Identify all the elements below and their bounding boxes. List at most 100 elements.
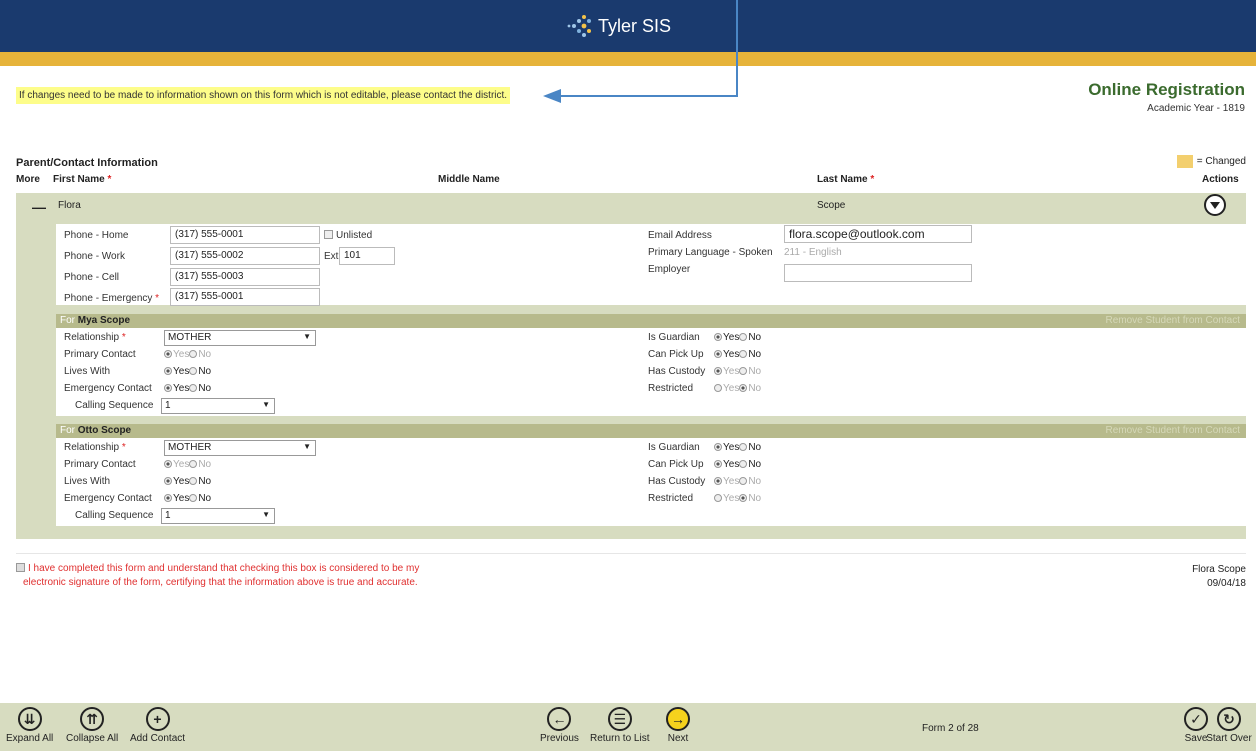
- emergency-contact-radio[interactable]: Yes No: [164, 493, 211, 504]
- brand-logo: Tyler SIS: [566, 10, 671, 42]
- phone-work-label: Phone - Work: [64, 251, 125, 262]
- phone-cell-label: Phone - Cell: [64, 272, 120, 283]
- calling-sequence-select[interactable]: 1 ▼: [161, 398, 275, 414]
- emergency-contact-radio[interactable]: Yes No: [164, 383, 211, 394]
- signature-statement: I have completed this form and understan…: [16, 562, 419, 590]
- brand-name: Tyler SIS: [598, 15, 672, 36]
- changed-legend-label: = Changed: [1196, 156, 1246, 167]
- expand-all-button[interactable]: ⇊ Expand All: [6, 707, 53, 744]
- student-section: For Mya Scope Remove Student from Contac…: [56, 314, 1246, 416]
- calling-sequence-label: Calling Sequence: [75, 510, 154, 521]
- remove-student-button[interactable]: Remove Student from Contact: [1105, 315, 1240, 326]
- collapse-all-button[interactable]: ⇈ Collapse All: [66, 707, 118, 744]
- unlisted-checkbox[interactable]: Unlisted: [324, 230, 372, 241]
- header-accent-bar: [0, 52, 1256, 66]
- start-over-icon: ↻: [1217, 707, 1241, 731]
- page-title: Online Registration: [1088, 80, 1245, 99]
- phone-emergency-input[interactable]: (317) 555-0001: [170, 288, 320, 306]
- notice-banner: If changes need to be made to informatio…: [16, 87, 511, 104]
- signature-block: Flora Scope 09/04/18: [1192, 563, 1246, 591]
- academic-year: Academic Year - 1819: [1147, 103, 1245, 114]
- start-over-button[interactable]: ↻ Start Over: [1203, 707, 1255, 744]
- language-label: Primary Language - Spoken: [648, 247, 773, 258]
- language-value: 211 - English: [784, 247, 842, 258]
- changed-swatch: [1176, 155, 1193, 168]
- restricted-radio: Yes No: [714, 493, 761, 504]
- custody-label: Has Custody: [648, 476, 706, 487]
- pickup-label: Can Pick Up: [648, 349, 704, 360]
- expand-all-icon: ⇊: [17, 707, 42, 731]
- restricted-label: Restricted: [648, 383, 694, 394]
- signature-line1: I have completed this form and understan…: [28, 563, 420, 574]
- col-first-name: First Name *: [53, 174, 112, 185]
- pickup-radio[interactable]: Yes No: [714, 459, 761, 470]
- custody-radio: Yes No: [714, 476, 761, 487]
- phone-cell-input[interactable]: (317) 555-0003: [170, 268, 320, 286]
- student-subhead: For Mya Scope Remove Student from Contac…: [56, 314, 1246, 328]
- actions-dropdown-icon[interactable]: [1204, 194, 1226, 216]
- col-last-name: Last Name *: [817, 174, 875, 185]
- signature-checkbox[interactable]: [16, 563, 25, 572]
- arrow-left-icon: ←: [547, 707, 572, 731]
- signature-line2: electronic signature of the form, certif…: [23, 577, 418, 588]
- col-more: More: [16, 174, 40, 185]
- calling-sequence-label: Calling Sequence: [75, 400, 154, 411]
- employer-label: Employer: [648, 264, 691, 275]
- student-name: Otto Scope: [77, 425, 132, 436]
- guardian-label: Is Guardian: [648, 332, 700, 343]
- phone-home-label: Phone - Home: [64, 230, 129, 241]
- relationship-select[interactable]: MOTHER ▼: [164, 440, 316, 456]
- custody-label: Has Custody: [648, 366, 706, 377]
- changed-legend: = Changed: [1176, 155, 1246, 168]
- custody-radio: Yes No: [714, 366, 761, 377]
- divider: [16, 553, 1246, 554]
- remove-student-button[interactable]: Remove Student from Contact: [1105, 425, 1240, 436]
- pickup-radio[interactable]: Yes No: [714, 349, 761, 360]
- contact-last-name: Scope: [817, 200, 846, 211]
- phone-work-input[interactable]: (317) 555-0002: [170, 247, 320, 265]
- primary-contact-label: Primary Contact: [64, 459, 136, 470]
- col-actions: Actions: [1202, 174, 1239, 185]
- lives-with-radio[interactable]: Yes No: [164, 366, 211, 377]
- lives-with-label: Lives With: [64, 366, 111, 377]
- annotation-line-horizontal: [560, 95, 738, 97]
- emergency-contact-label: Emergency Contact: [64, 383, 152, 394]
- annotation-arrow-icon: [543, 89, 561, 103]
- contact-row: — Flora Scope: [16, 193, 1246, 219]
- phone-section: Phone - Home (317) 555-0001 Unlisted Pho…: [56, 224, 1246, 306]
- arrow-right-icon: →: [666, 707, 690, 731]
- primary-contact-radio: Yes No: [164, 459, 211, 470]
- guardian-radio[interactable]: Yes No: [714, 442, 761, 453]
- primary-contact-radio: Yes No: [164, 349, 211, 360]
- calling-sequence-select[interactable]: 1 ▼: [161, 508, 275, 524]
- employer-input[interactable]: [784, 264, 972, 282]
- student-section: For Otto Scope Remove Student from Conta…: [56, 424, 1246, 526]
- guardian-radio[interactable]: Yes No: [714, 332, 761, 343]
- email-input[interactable]: flora.scope@outlook.com: [784, 225, 972, 243]
- return-to-list-button[interactable]: ☰ Return to List: [590, 707, 649, 744]
- contact-detail-panel: Phone - Home (317) 555-0001 Unlisted Pho…: [16, 219, 1246, 539]
- phone-home-input[interactable]: (317) 555-0001: [170, 226, 320, 244]
- collapse-minus-icon[interactable]: —: [32, 199, 46, 215]
- next-button[interactable]: → Next: [666, 707, 690, 744]
- relationship-label: Relationship *: [64, 332, 126, 343]
- col-middle-name: Middle Name: [438, 174, 500, 185]
- title-block: Online Registration Academic Year - 1819: [1088, 80, 1245, 114]
- email-label: Email Address: [648, 230, 712, 241]
- student-name: Mya Scope: [77, 315, 131, 326]
- ext-input[interactable]: 101: [339, 247, 395, 265]
- relationship-select[interactable]: MOTHER ▼: [164, 330, 316, 346]
- restricted-radio: Yes No: [714, 383, 761, 394]
- section-title: Parent/Contact Information: [16, 157, 158, 169]
- signature-name: Flora Scope: [1192, 564, 1246, 575]
- lives-with-radio[interactable]: Yes No: [164, 476, 211, 487]
- guardian-label: Is Guardian: [648, 442, 700, 453]
- phone-emergency-label: Phone - Emergency *: [64, 293, 160, 304]
- add-contact-button[interactable]: + Add Contact: [130, 707, 185, 744]
- student-subhead: For Otto Scope Remove Student from Conta…: [56, 424, 1246, 438]
- collapse-all-icon: ⇈: [80, 707, 105, 731]
- footer-toolbar: ⇊ Expand All ⇈ Collapse All + Add Contact ←…: [0, 703, 1256, 751]
- relationship-label: Relationship *: [64, 442, 126, 453]
- previous-button[interactable]: ← Previous: [540, 707, 579, 744]
- emergency-contact-label: Emergency Contact: [64, 493, 152, 504]
